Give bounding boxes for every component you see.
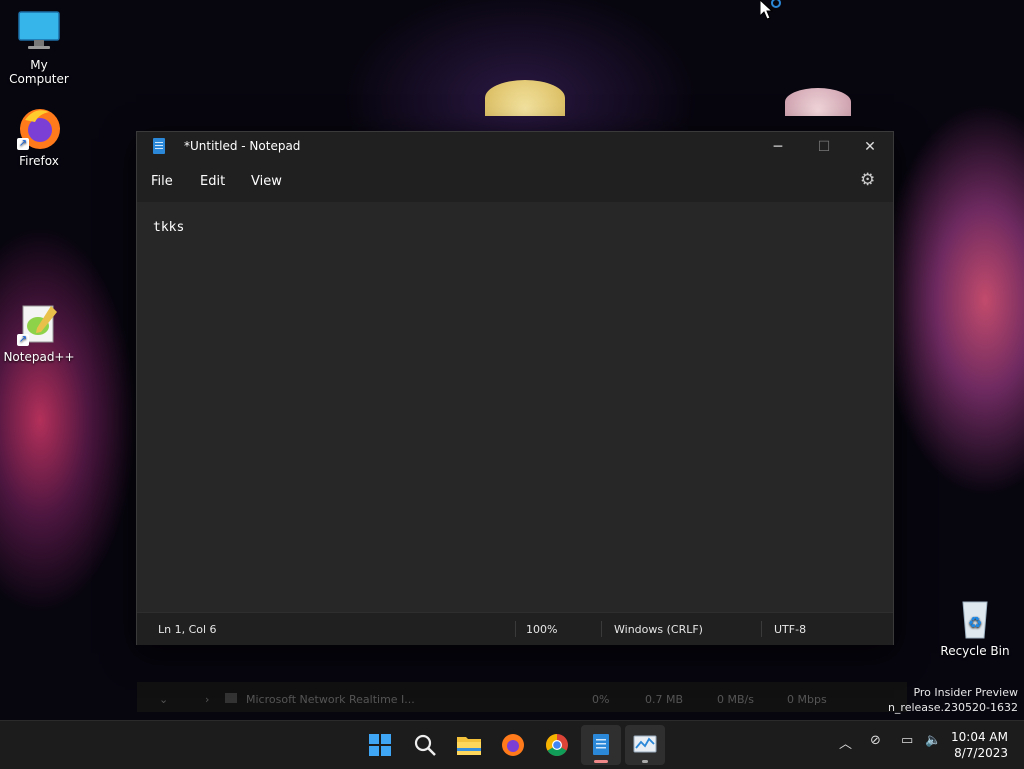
line-ending: Windows (CRLF) — [614, 623, 703, 636]
start-button[interactable] — [360, 725, 400, 765]
desktop-icon-label: Firefox — [19, 154, 59, 168]
desktop-icon-firefox[interactable]: ↗ Firefox — [1, 106, 77, 168]
watermark-line: n_release.230520-1632 — [887, 701, 1018, 714]
process-memory: 0.7 MB — [645, 693, 684, 706]
recycle-bin-icon: ♻ — [953, 596, 997, 640]
gear-icon[interactable]: ⚙ — [860, 170, 875, 190]
chrome-taskbar-button[interactable] — [537, 725, 577, 765]
process-cpu: 0% — [592, 693, 610, 706]
search-button[interactable] — [405, 725, 445, 765]
desktop-icon-label: My Computer — [9, 58, 69, 86]
notepad-icon — [593, 734, 609, 755]
process-network: 0 Mbps — [787, 693, 827, 706]
process-disk: 0 MB/s — [717, 693, 754, 706]
firefox-taskbar-button[interactable] — [493, 725, 533, 765]
system-clock[interactable]: 10:04 AM 8/7/2023 — [951, 729, 1008, 761]
window-title: *Untitled - Notepad — [184, 139, 301, 153]
notepad-taskbar-button[interactable] — [581, 725, 621, 765]
firefox-icon — [502, 734, 524, 756]
process-name: Microsoft Network Realtime I... — [246, 693, 415, 706]
svg-text:♻: ♻ — [968, 613, 982, 632]
monitor-icon — [17, 10, 61, 54]
mouse-pointer-icon — [760, 0, 781, 20]
search-icon — [414, 734, 436, 756]
clock-date: 8/7/2023 — [954, 746, 1008, 760]
close-button[interactable]: ✕ — [847, 132, 893, 162]
status-divider — [761, 621, 762, 637]
network-disconnected-icon[interactable]: ⊘ — [870, 733, 881, 748]
clock-time: 10:04 AM — [951, 730, 1008, 744]
notepad-window[interactable]: *Untitled - Notepad ─ ☐ ✕ File Edit View… — [136, 131, 894, 645]
display-icon[interactable]: ▭ — [901, 733, 913, 748]
process-icon — [225, 693, 237, 703]
task-manager-icon — [633, 735, 657, 753]
editor-content[interactable]: tkks — [153, 220, 184, 235]
chrome-icon — [546, 734, 568, 756]
shortcut-arrow-icon: ↗ — [17, 334, 29, 346]
wallpaper-shape — [785, 88, 851, 116]
maximize-button[interactable]: ☐ — [801, 132, 847, 162]
title-bar[interactable]: *Untitled - Notepad ─ ☐ ✕ — [137, 132, 893, 162]
chevron-up-icon[interactable]: ︿ — [839, 733, 852, 752]
chevron-down-icon: ⌄ — [159, 693, 169, 706]
shortcut-arrow-icon: ↗ — [17, 138, 29, 150]
task-manager-taskbar-button[interactable] — [625, 725, 665, 765]
active-indicator — [594, 760, 608, 763]
chevron-right-icon: › — [205, 693, 210, 706]
zoom-level: 100% — [526, 623, 558, 636]
cursor-position: Ln 1, Col 6 — [158, 623, 217, 636]
taskbar: ︿ ⊘ ▭ 🔈 10:04 AM 8/7/2023 — [0, 720, 1024, 769]
menu-file[interactable]: File — [151, 174, 173, 189]
running-indicator — [642, 760, 648, 763]
menu-view[interactable]: View — [251, 174, 282, 189]
text-editor[interactable]: tkks — [137, 202, 893, 612]
desktop-icon-label: Notepad++ — [3, 350, 75, 364]
status-bar: Ln 1, Col 6 100% Windows (CRLF) UTF-8 — [137, 612, 893, 645]
status-divider — [601, 621, 602, 637]
file-explorer-icon — [457, 737, 481, 755]
status-divider — [515, 621, 516, 637]
wallpaper-shape — [485, 80, 565, 116]
minimize-button[interactable]: ─ — [755, 132, 801, 162]
start-icon — [369, 734, 391, 756]
notepad-plus-plus-icon: ↗ — [17, 302, 61, 346]
desktop-icon-my-computer[interactable]: My Computer — [1, 10, 77, 86]
desktop-icon-notepad-plus-plus[interactable]: ↗ Notepad++ — [1, 302, 77, 364]
file-explorer-button[interactable] — [449, 725, 489, 765]
watermark-line: Pro Insider Preview — [913, 686, 1018, 699]
firefox-icon: ↗ — [17, 106, 61, 150]
desktop-icon-label: Recycle Bin — [940, 644, 1010, 658]
menu-edit[interactable]: Edit — [200, 174, 225, 189]
volume-icon[interactable]: 🔈 — [925, 733, 941, 748]
build-watermark: Pro Insider Preview n_release.230520-163… — [888, 685, 1018, 715]
menu-bar: File Edit View ⚙ — [137, 162, 893, 202]
task-manager-row: ⌄ › Microsoft Network Realtime I... 0% 0… — [137, 682, 907, 712]
desktop-icon-recycle-bin[interactable]: ♻ Recycle Bin — [937, 596, 1013, 658]
encoding: UTF-8 — [774, 623, 807, 636]
notepad-icon — [153, 138, 165, 154]
